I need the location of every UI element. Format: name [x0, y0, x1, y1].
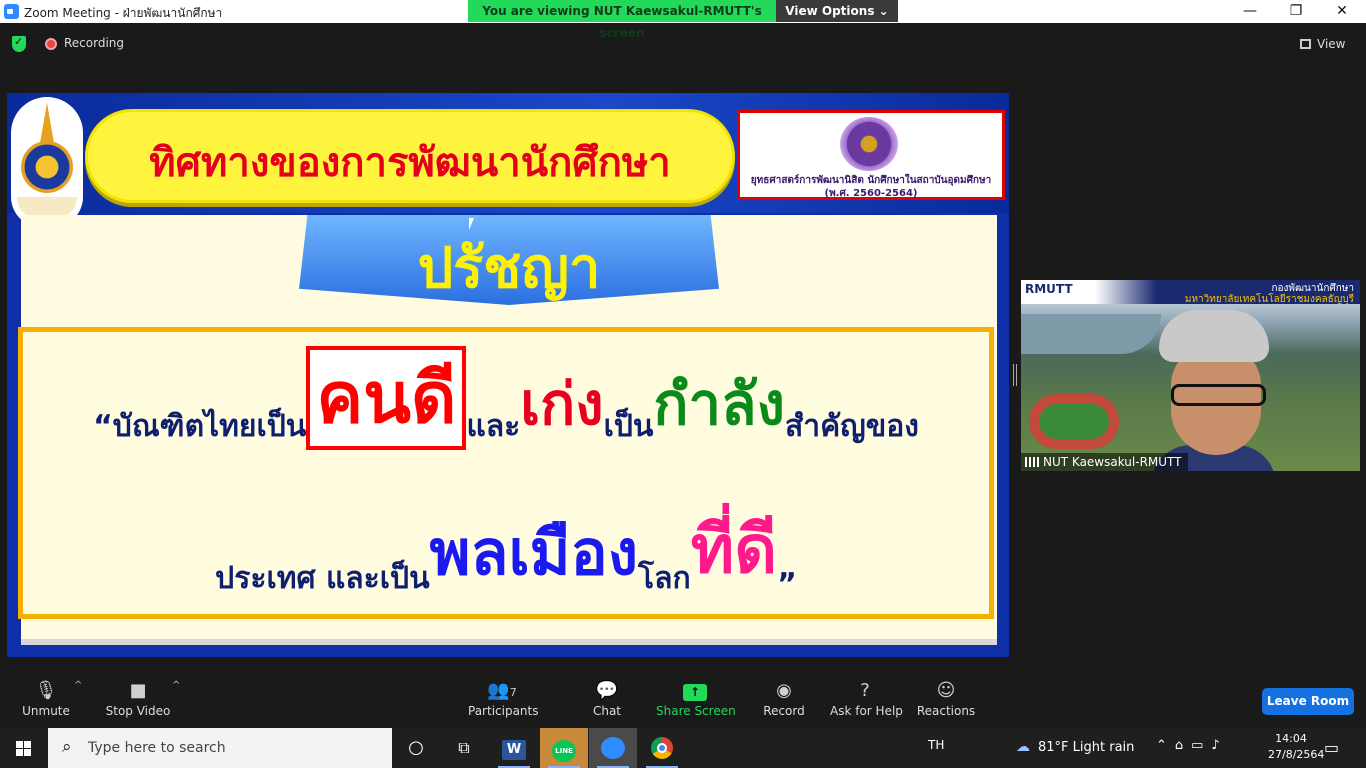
input-language[interactable]: TH	[928, 738, 944, 752]
quote-teedee: ที่ดี	[690, 511, 778, 588]
quote-prathet: ประเทศ และเป็น	[215, 561, 430, 596]
quote-ponmuang: พลเมือง	[429, 516, 639, 589]
taskbar-line[interactable]: LINE	[540, 728, 588, 768]
slide-body: ปรัชญา “บัณฑิตไทยเป็น คนดี และ เก่ง เป็น…	[18, 215, 997, 645]
cloud-icon: ☁	[1016, 739, 1030, 755]
task-view-icon: ⧉	[458, 738, 470, 757]
philosophy-heading: ปรัชญา	[417, 236, 601, 301]
quote-pen: เป็น	[603, 409, 654, 444]
panel-splitter-handle[interactable]	[1013, 364, 1017, 386]
line-icon: LINE	[552, 740, 576, 762]
word-icon: W	[502, 740, 526, 760]
slide-title: ทิศทางของการพัฒนานักศึกษา	[149, 140, 671, 186]
taskbar-zoom[interactable]	[589, 728, 637, 768]
reactions-button[interactable]: ☺ Reactions	[916, 678, 976, 726]
zoom-icon	[601, 737, 625, 759]
chat-icon: 💬	[595, 680, 619, 701]
quote-line-1: “บัณฑิตไทยเป็น คนดี และ เก่ง เป็น กำลัง …	[23, 340, 989, 450]
signal-strength-icon	[1025, 457, 1039, 467]
shared-screen-slide: ทิศทางของการพัฒนานักศึกษา ยุทธศาสตร์การพ…	[7, 93, 1009, 657]
view-label: View	[1317, 37, 1346, 51]
quote-kamlang: กำลัง	[653, 370, 785, 438]
reactions-icon: ☺	[936, 680, 956, 701]
close-button[interactable]: ✕	[1319, 0, 1365, 23]
search-placeholder: Type here to search	[88, 740, 226, 756]
philosophy-banner: ปรัชญา	[299, 215, 719, 305]
search-icon: ⌕	[62, 737, 72, 757]
record-dot-icon	[45, 38, 57, 50]
quote-line-2: ประเทศ และเป็น พลเมือง โลก ที่ดี ”	[23, 492, 989, 602]
restore-button[interactable]: ❐	[1273, 0, 1319, 23]
strategy-box: ยุทธศาสตร์การพัฒนานิสิต นักศึกษาในสถาบัน…	[737, 110, 1005, 200]
quote-kondee: คนดี	[306, 346, 467, 450]
view-button[interactable]: View	[1300, 33, 1360, 55]
stop-video-button[interactable]: ■ Stop Video	[104, 678, 172, 726]
taskbar-chrome[interactable]	[638, 728, 686, 768]
viewing-banner: You are viewing NUT Kaewsakul-RMUTT's sc…	[468, 0, 898, 40]
meeting-top-strip: Recording View	[0, 23, 1366, 63]
recording-status[interactable]: Recording	[64, 36, 124, 50]
quote-close: ”	[777, 567, 797, 602]
audio-options-caret[interactable]: ^	[74, 680, 82, 691]
zoom-app-icon	[4, 4, 19, 19]
viewing-message: You are viewing NUT Kaewsakul-RMUTT's sc…	[468, 0, 776, 40]
leave-room-button[interactable]: Leave Room	[1262, 688, 1354, 715]
participant-video-tile[interactable]: RMUTT กองพัฒนานักศึกษา มหาวิทยาลัยเทคโนโ…	[1021, 280, 1360, 471]
quote-open: “บัณฑิตไทยเป็น	[93, 409, 307, 444]
share-screen-button[interactable]: ↑ Share Screen	[656, 678, 736, 726]
participants-button[interactable]: 👥7 Participants	[468, 678, 539, 726]
system-tray-icons[interactable]: ⌃⌂▭♪	[1156, 738, 1228, 753]
grid-view-icon	[1300, 39, 1311, 49]
participant-name: NUT Kaewsakul-RMUTT	[1043, 455, 1182, 469]
shield-icon[interactable]	[12, 35, 26, 52]
quote-samkhan: สำคัญของ	[784, 409, 919, 444]
participant-name-label: NUT Kaewsakul-RMUTT	[1021, 453, 1188, 471]
chat-button[interactable]: 💬 Chat	[584, 678, 630, 726]
meeting-toolbar: 🎙 Unmute ^ ■ Stop Video ^ 👥7 Participant…	[0, 672, 1366, 728]
help-icon: ?	[860, 680, 870, 701]
rmutt-logo: RMUTT	[1025, 282, 1073, 296]
task-view-button[interactable]: ⧉	[440, 728, 488, 768]
university-seal-logo	[11, 97, 83, 227]
taskbar-word[interactable]: W	[490, 728, 538, 768]
quote-lok: โลก	[638, 561, 691, 596]
start-button[interactable]	[0, 728, 48, 768]
record-button[interactable]: ◉ Record	[760, 678, 808, 726]
mic-muted-icon: 🎙	[34, 680, 58, 701]
taskbar-clock[interactable]: 14:04 27/8/2564	[1268, 731, 1325, 763]
windows-taskbar: ⌕ Type here to search ○ ⧉ W LINE TH ☁ 81°…	[0, 728, 1366, 768]
slide-title-pill: ทิศทางของการพัฒนานักศึกษา	[85, 109, 735, 203]
view-options-button[interactable]: View Options ⌄	[776, 0, 898, 22]
taskbar-search[interactable]: ⌕ Type here to search	[48, 728, 392, 768]
cortana-button[interactable]: ○	[392, 728, 440, 768]
mouse-cursor-icon	[469, 218, 479, 230]
virtual-background-banner: RMUTT กองพัฒนานักศึกษา มหาวิทยาลัยเทคโนโ…	[1021, 280, 1360, 305]
quote-keng: เก่ง	[520, 370, 604, 438]
cortana-icon: ○	[408, 737, 424, 758]
strategy-logo	[840, 117, 898, 171]
video-options-caret[interactable]: ^	[172, 680, 180, 691]
clock-date: 27/8/2564	[1268, 748, 1325, 761]
notification-icon[interactable]: ▭	[1324, 738, 1339, 757]
participant-video-feed	[1151, 310, 1276, 471]
chrome-icon	[651, 737, 673, 759]
ask-for-help-button[interactable]: ? Ask for Help	[830, 678, 903, 726]
participants-count: 7	[509, 686, 517, 699]
window-title: Zoom Meeting - ฝ่ายพัฒนานักศึกษา	[24, 6, 223, 20]
strategy-line-2: (พ.ศ. 2560-2564)	[824, 188, 918, 199]
windows-start-icon	[16, 741, 31, 756]
quote-and: และ	[466, 409, 521, 444]
minimize-button[interactable]: —	[1227, 0, 1273, 23]
share-screen-icon: ↑	[683, 684, 707, 701]
philosophy-quote-frame: “บัณฑิตไทยเป็น คนดี และ เก่ง เป็น กำลัง …	[18, 327, 994, 619]
participants-icon: 👥	[487, 680, 510, 701]
unmute-button[interactable]: 🎙 Unmute	[20, 678, 72, 726]
camera-icon: ■	[129, 680, 147, 701]
weather-widget[interactable]: ☁ 81°F Light rain	[1016, 739, 1134, 755]
record-icon: ◉	[776, 680, 792, 701]
clock-time: 14:04	[1275, 732, 1307, 745]
